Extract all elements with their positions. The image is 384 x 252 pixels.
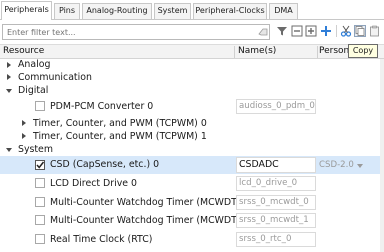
- vertical-scrollbar[interactable]: [380, 59, 384, 252]
- personality-column-header[interactable]: Persona: [319, 45, 348, 58]
- name-field[interactable]: srss_0_rtc_0: [236, 232, 316, 247]
- tree-row-lcd[interactable]: LCD Direct Drive 0 lcd_0_drive_0: [0, 175, 384, 192]
- enable-checkbox[interactable]: [35, 197, 45, 207]
- name-field[interactable]: srss_0_mcwdt_0: [236, 195, 316, 210]
- enable-checkbox[interactable]: [35, 234, 45, 244]
- tree-row-mcwdt-0[interactable]: Multi-Counter Watchdog Timer (MCWDT) 0 s…: [0, 194, 384, 211]
- tree-row-communication[interactable]: Communication: [0, 71, 384, 84]
- enable-checkbox[interactable]: [35, 215, 45, 225]
- tree-row-label: LCD Direct Drive 0: [50, 178, 137, 189]
- dropdown-arrow-icon[interactable]: [357, 164, 363, 168]
- copy-tooltip: Copy: [348, 44, 378, 58]
- tree-row-system[interactable]: System: [0, 143, 384, 156]
- resource-column-header[interactable]: Resource: [3, 45, 44, 58]
- personality-dropdown[interactable]: CSD-2.0: [319, 157, 367, 172]
- name-field[interactable]: lcd_0_drive_0: [236, 176, 316, 191]
- tab-peripheral-clocks[interactable]: Peripheral-Clocks: [193, 3, 267, 19]
- collapse-arrow-icon[interactable]: [6, 148, 12, 152]
- personality-value: CSD-2.0: [319, 160, 354, 170]
- expand-all-icon[interactable]: [305, 25, 317, 37]
- tree-row-label: Multi-Counter Watchdog Timer (MCWDT) 1: [50, 215, 250, 226]
- tree-row-label: Communication: [18, 72, 92, 83]
- filter-toolbar: [0, 20, 384, 43]
- expand-arrow-icon[interactable]: [22, 120, 26, 126]
- tree-row-mcwdt-1[interactable]: Multi-Counter Watchdog Timer (MCWDT) 1 s…: [0, 212, 384, 229]
- add-icon[interactable]: [320, 25, 332, 37]
- filter-funnel-icon[interactable]: [276, 25, 288, 37]
- name-field[interactable]: CSDADC: [236, 157, 316, 173]
- expand-arrow-icon[interactable]: [7, 74, 11, 80]
- tree-row-tcpwm-1[interactable]: Timer, Counter, and PWM (TCPWM) 1: [0, 130, 384, 143]
- copy-icon[interactable]: [354, 25, 366, 37]
- name-field[interactable]: audioss_0_pdm_0: [236, 99, 316, 114]
- filter-input[interactable]: [2, 24, 270, 40]
- tree-row-label: Real Time Clock (RTC): [50, 234, 153, 245]
- tab-system[interactable]: System: [154, 3, 191, 19]
- collapse-arrow-icon[interactable]: [6, 89, 12, 93]
- tree-row-label: Timer, Counter, and PWM (TCPWM) 0: [33, 118, 207, 129]
- paste-icon[interactable]: [369, 25, 381, 37]
- enable-checkbox[interactable]: [35, 178, 45, 188]
- checkmark-icon: [36, 161, 45, 169]
- toolbar-separator: [336, 25, 337, 37]
- collapse-all-icon[interactable]: [291, 25, 303, 37]
- expand-arrow-icon[interactable]: [7, 62, 11, 68]
- cut-icon[interactable]: [340, 25, 352, 37]
- clear-filter-icon[interactable]: [258, 27, 268, 37]
- tree-row-label: CSD (CapSense, etc.) 0: [50, 159, 160, 170]
- tree-row-label: Multi-Counter Watchdog Timer (MCWDT) 0: [50, 197, 250, 208]
- tab-bar: Peripherals Pins Analog-Routing System P…: [0, 0, 384, 20]
- tree-row-label: Digital: [18, 85, 49, 96]
- tree-row-label: Analog: [18, 59, 51, 70]
- tab-analog-routing[interactable]: Analog-Routing: [82, 3, 152, 19]
- tab-peripherals[interactable]: Peripherals: [1, 1, 52, 20]
- tree-row-pdm-pcm[interactable]: PDM-PCM Converter 0 audioss_0_pdm_0: [0, 98, 384, 115]
- tree-row-csd[interactable]: CSD (CapSense, etc.) 0 CSDADC CSD-2.0: [0, 156, 384, 174]
- name-field[interactable]: srss_0_mcwdt_1: [236, 213, 316, 228]
- column-header: Resource Name(s) Persona: [0, 44, 384, 59]
- tab-pins[interactable]: Pins: [54, 3, 80, 19]
- column-divider[interactable]: [317, 46, 318, 58]
- tree-row-rtc[interactable]: Real Time Clock (RTC) srss_0_rtc_0: [0, 231, 384, 248]
- tree-row-label: System: [18, 144, 53, 155]
- tab-dma[interactable]: DMA: [269, 3, 298, 19]
- column-divider[interactable]: [234, 46, 235, 58]
- names-column-header[interactable]: Name(s): [238, 45, 276, 58]
- tree-row-digital[interactable]: Digital: [0, 84, 384, 97]
- tree-row-analog[interactable]: Analog: [0, 59, 384, 71]
- enable-checkbox[interactable]: [35, 160, 45, 170]
- tree-row-label: PDM-PCM Converter 0: [50, 101, 154, 112]
- expand-arrow-icon[interactable]: [22, 133, 26, 139]
- tree-row-tcpwm-0[interactable]: Timer, Counter, and PWM (TCPWM) 0: [0, 117, 384, 130]
- tree-row-label: Timer, Counter, and PWM (TCPWM) 1: [33, 131, 207, 142]
- enable-checkbox[interactable]: [35, 101, 45, 111]
